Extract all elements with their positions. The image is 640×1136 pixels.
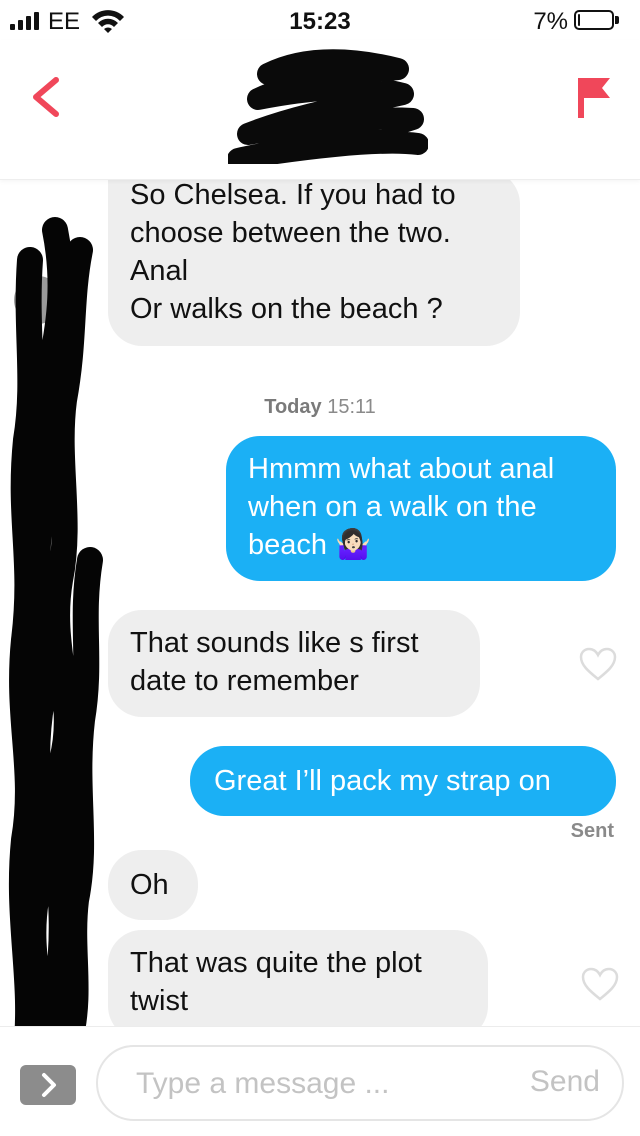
chevron-right-icon <box>42 1073 56 1097</box>
sent-message: Hmmm what about anal when on a walk on t… <box>226 436 616 581</box>
heart-outline-icon[interactable] <box>580 966 620 1002</box>
sent-status: Sent <box>570 820 614 842</box>
expand-button[interactable] <box>20 1065 76 1105</box>
flag-icon[interactable] <box>574 72 614 122</box>
timestamp-time: 15:11 <box>327 396 376 418</box>
status-bar: EE 15:23 7% <box>0 0 640 40</box>
battery-percentage: 7% <box>533 8 568 35</box>
received-message: So Chelsea. If you had to choose between… <box>108 180 520 346</box>
message-composer: Send <box>0 1026 640 1136</box>
send-button[interactable]: Send <box>530 1065 600 1099</box>
timestamp-day: Today <box>264 396 322 418</box>
heart-outline-icon[interactable] <box>578 646 618 682</box>
message-field: Send <box>96 1045 624 1121</box>
battery-level-fill <box>578 14 580 26</box>
sent-message: Great I’ll pack my strap on <box>190 746 616 816</box>
received-message: That sounds like s first date to remembe… <box>108 610 480 717</box>
received-message: That was quite the plot twist <box>108 930 488 1026</box>
message-timestamp: Today 15:11 <box>0 396 640 419</box>
message-list[interactable]: So Chelsea. If you had to choose between… <box>0 180 640 1026</box>
received-message: Oh <box>108 850 198 920</box>
chevron-left-icon[interactable] <box>24 72 68 122</box>
battery-tip <box>615 16 619 24</box>
chat-header <box>0 40 640 180</box>
redacted-profile-scribble[interactable] <box>228 44 428 164</box>
message-input[interactable] <box>136 1061 476 1107</box>
battery-icon <box>574 10 614 30</box>
